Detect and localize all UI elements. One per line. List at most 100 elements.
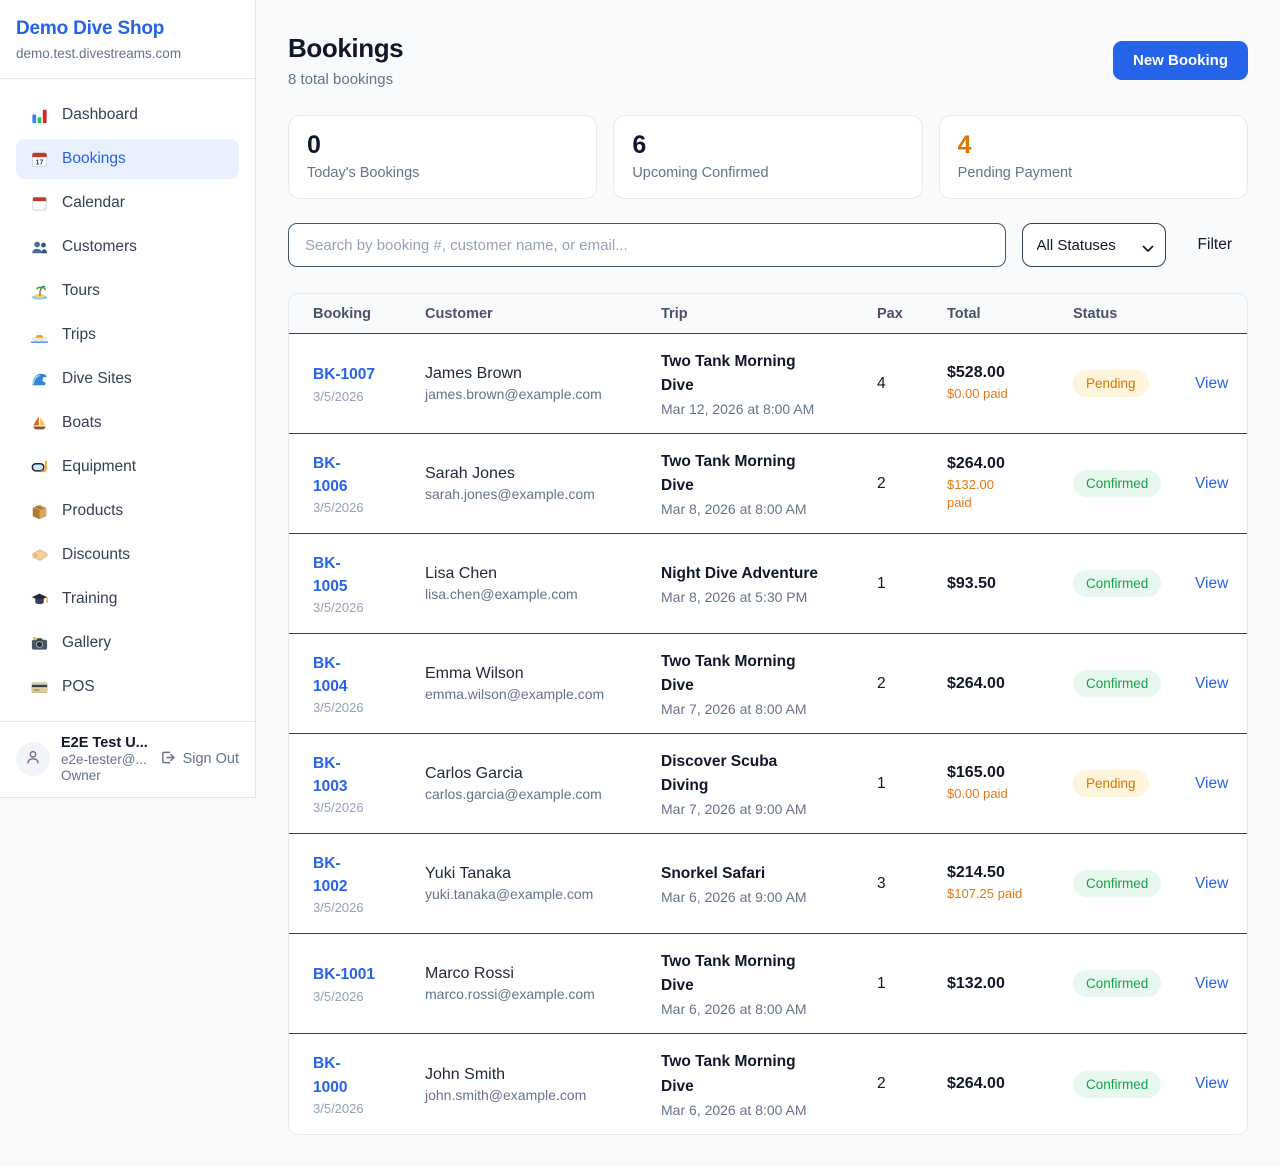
sidebar-item-customers[interactable]: Customers: [16, 227, 239, 267]
pax-count: 1: [877, 575, 947, 593]
view-link[interactable]: View: [1195, 575, 1228, 592]
customer-name: Sarah Jones: [425, 465, 661, 483]
filter-row: All Statuses Filter: [288, 223, 1248, 267]
booking-id-link[interactable]: BK- 1004: [313, 652, 347, 699]
sidebar-item-label: POS: [62, 678, 95, 696]
tag-icon: [30, 546, 49, 565]
table-row: BK- 1004 3/5/2026 Emma Wilson emma.wilso…: [289, 634, 1247, 734]
column-header-total: Total: [947, 306, 1073, 322]
customer-name: Lisa Chen: [425, 565, 661, 583]
customer-name: John Smith: [425, 1066, 661, 1084]
sidebar-item-equipment[interactable]: Equipment: [16, 447, 239, 487]
brand-block: Demo Dive Shop demo.test.divestreams.com: [0, 0, 255, 79]
view-link[interactable]: View: [1195, 475, 1228, 492]
total-amount: $132.00: [947, 975, 1073, 993]
paid-amount: $107.25 paid: [947, 885, 1073, 903]
sidebar-item-label: Bookings: [62, 150, 126, 168]
sidebar-item-trips[interactable]: Trips: [16, 315, 239, 355]
stat-card-today-s-bookings: 0Today's Bookings: [288, 115, 597, 199]
view-link[interactable]: View: [1195, 975, 1228, 992]
sidebar-item-label: Gallery: [62, 634, 111, 652]
status-badge: Pending: [1073, 770, 1149, 797]
main-content: Bookings 8 total bookings New Booking 0T…: [256, 0, 1280, 1167]
total-amount: $93.50: [947, 575, 1073, 593]
trip-datetime: Mar 6, 2026 at 9:00 AM: [661, 889, 877, 905]
status-filter-select[interactable]: All Statuses: [1022, 223, 1166, 267]
sidebar-item-gallery[interactable]: Gallery: [16, 623, 239, 663]
sidebar-item-label: Dashboard: [62, 106, 138, 124]
sign-out-button[interactable]: Sign Out: [159, 749, 239, 770]
trip-name: Discover Scuba Diving: [661, 750, 877, 798]
total-amount: $264.00: [947, 1075, 1073, 1093]
page-header: Bookings 8 total bookings New Booking: [288, 33, 1248, 88]
sidebar-item-label: Boats: [62, 414, 102, 432]
booking-id-link[interactable]: BK- 1002: [313, 852, 347, 899]
customer-email: yuki.tanaka@example.com: [425, 886, 661, 902]
column-header-trip: Trip: [661, 306, 877, 322]
stats-row: 0Today's Bookings6Upcoming Confirmed4Pen…: [288, 115, 1248, 199]
stat-label: Pending Payment: [958, 165, 1229, 181]
stat-card-upcoming-confirmed: 6Upcoming Confirmed: [613, 115, 922, 199]
sidebar-item-tours[interactable]: Tours: [16, 271, 239, 311]
booking-date: 3/5/2026: [313, 1101, 425, 1116]
status-badge: Confirmed: [1073, 470, 1161, 497]
pax-count: 2: [877, 475, 947, 493]
sign-out-label: Sign Out: [183, 751, 239, 767]
booking-date: 3/5/2026: [313, 500, 425, 515]
booking-id-link[interactable]: BK-1001: [313, 963, 375, 986]
booking-id-link[interactable]: BK- 1006: [313, 452, 347, 499]
sidebar-item-training[interactable]: Training: [16, 579, 239, 619]
person-icon: [24, 748, 42, 771]
table-row: BK- 1002 3/5/2026 Yuki Tanaka yuki.tanak…: [289, 834, 1247, 934]
customer-email: john.smith@example.com: [425, 1087, 661, 1103]
calendar-pad-icon: [30, 194, 49, 213]
sidebar-item-label: Dive Sites: [62, 370, 132, 388]
stat-value: 6: [632, 131, 903, 160]
sailboat-icon: [30, 414, 49, 433]
view-link[interactable]: View: [1195, 375, 1228, 392]
pax-count: 2: [877, 675, 947, 693]
pax-count: 1: [877, 975, 947, 993]
sidebar-item-dashboard[interactable]: Dashboard: [16, 95, 239, 135]
booking-date: 3/5/2026: [313, 900, 425, 915]
view-link[interactable]: View: [1195, 675, 1228, 692]
diving-mask-icon: [30, 458, 49, 477]
new-booking-button[interactable]: New Booking: [1113, 41, 1248, 80]
sidebar-item-boats[interactable]: Boats: [16, 403, 239, 443]
booking-date: 3/5/2026: [313, 700, 425, 715]
stat-label: Today's Bookings: [307, 165, 578, 181]
filter-button[interactable]: Filter: [1182, 236, 1248, 254]
view-link[interactable]: View: [1195, 875, 1228, 892]
customer-email: marco.rossi@example.com: [425, 986, 661, 1002]
sidebar-item-pos[interactable]: POS: [16, 667, 239, 707]
table-row: BK-1001 3/5/2026 Marco Rossi marco.rossi…: [289, 934, 1247, 1034]
booking-id-link[interactable]: BK- 1000: [313, 1052, 347, 1099]
sidebar-item-products[interactable]: Products: [16, 491, 239, 531]
brand-name: Demo Dive Shop: [16, 18, 239, 40]
trip-name: Two Tank Morning Dive: [661, 350, 877, 398]
total-amount: $214.50: [947, 864, 1073, 882]
status-badge: Confirmed: [1073, 570, 1161, 597]
view-link[interactable]: View: [1195, 1075, 1228, 1092]
trip-name: Two Tank Morning Dive: [661, 650, 877, 698]
speedboat-icon: [30, 326, 49, 345]
booking-id-link[interactable]: BK- 1005: [313, 552, 347, 599]
sign-out-icon: [159, 749, 176, 770]
status-filter-wrap: All Statuses: [1022, 223, 1166, 267]
search-input[interactable]: [288, 223, 1006, 267]
svg-text:17: 17: [36, 158, 44, 166]
booking-id-link[interactable]: BK- 1003: [313, 752, 347, 799]
sidebar-item-bookings[interactable]: 17 Bookings: [16, 139, 239, 179]
status-badge: Confirmed: [1073, 670, 1161, 697]
pax-count: 2: [877, 1075, 947, 1093]
total-amount: $264.00: [947, 675, 1073, 693]
sidebar-item-discounts[interactable]: Discounts: [16, 535, 239, 575]
booking-id-link[interactable]: BK-1007: [313, 363, 375, 386]
sidebar-item-dive-sites[interactable]: Dive Sites: [16, 359, 239, 399]
island-icon: [30, 282, 49, 301]
table-row: BK- 1006 3/5/2026 Sarah Jones sarah.jone…: [289, 434, 1247, 534]
customer-email: emma.wilson@example.com: [425, 686, 661, 702]
pax-count: 3: [877, 875, 947, 893]
sidebar-item-calendar[interactable]: Calendar: [16, 183, 239, 223]
view-link[interactable]: View: [1195, 775, 1228, 792]
